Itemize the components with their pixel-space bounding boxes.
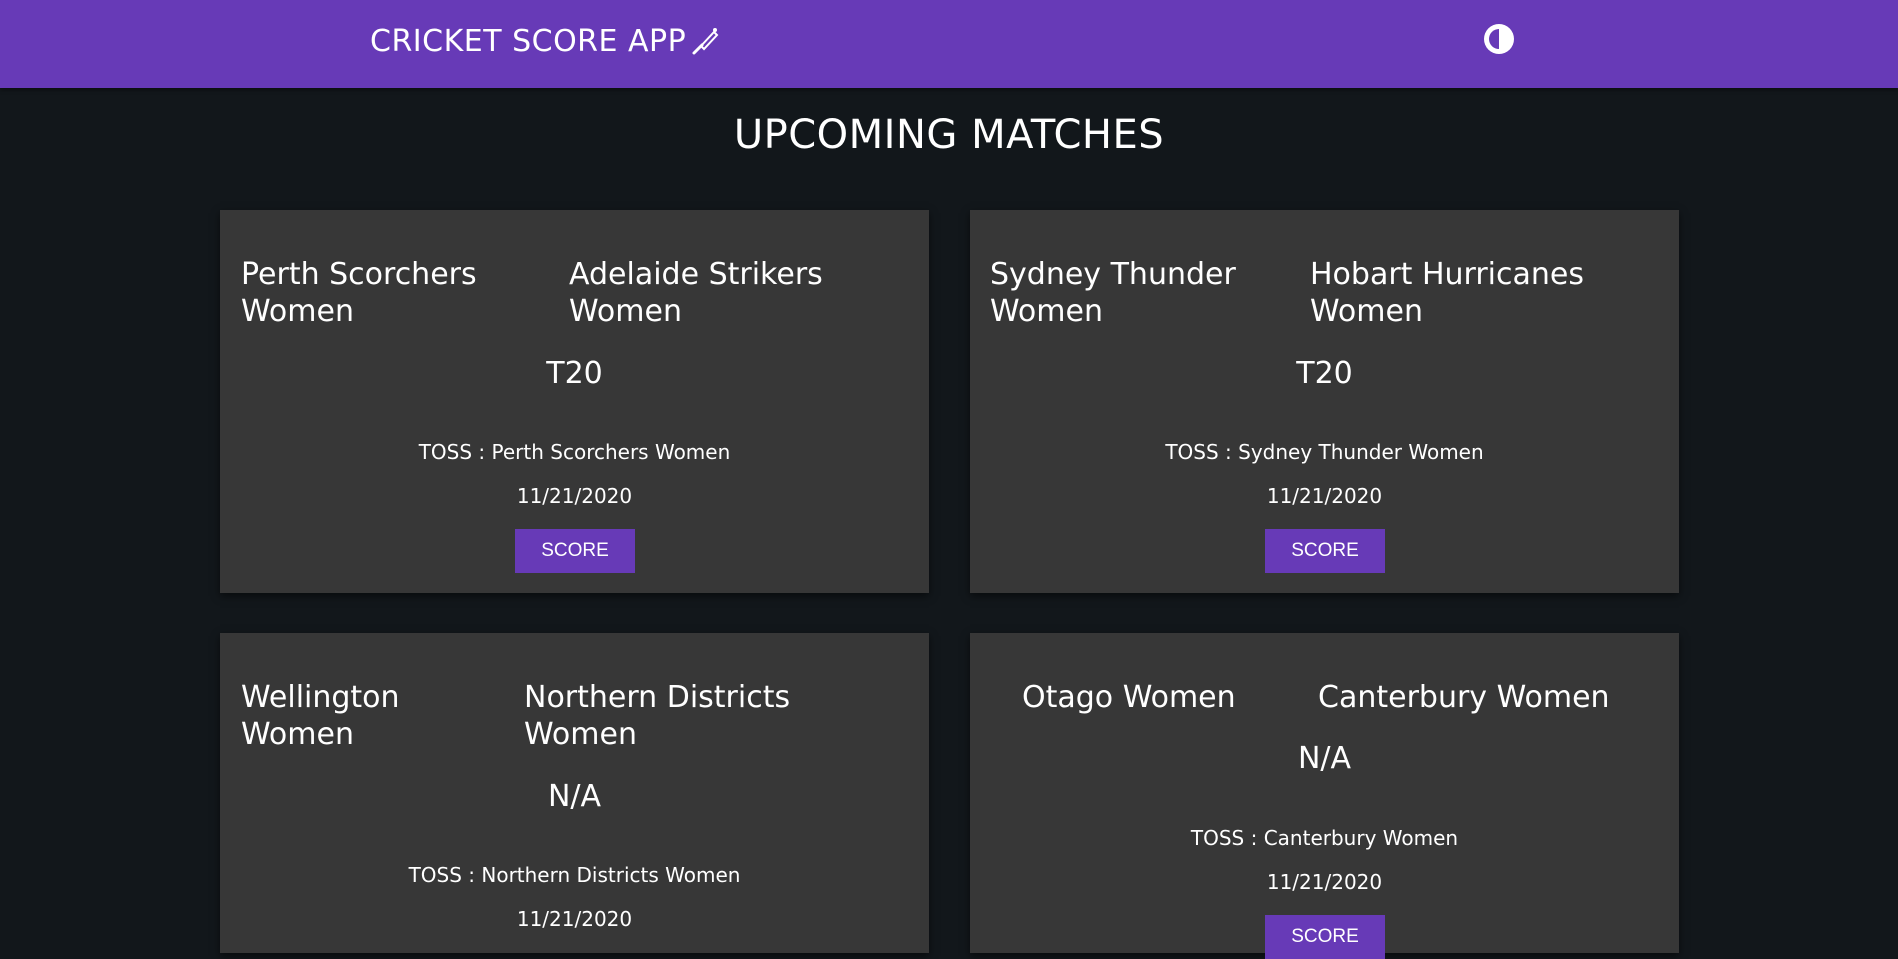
score-button[interactable]: SCORE	[515, 529, 635, 573]
team-2-name: Adelaide Strikers Women	[569, 257, 823, 329]
page-title: UPCOMING MATCHES	[733, 112, 1165, 158]
app-bar: CRICKET SCORE APP	[0, 0, 1898, 88]
toss-info: TOSS : Northern Districts Women	[408, 863, 741, 887]
match-card: Wellington Women Northern Districts Wome…	[220, 633, 929, 953]
toss-info: TOSS : Canterbury Women	[1190, 826, 1459, 850]
team-2-name: Northern Districts Women	[524, 680, 791, 752]
contrast-icon	[1482, 22, 1516, 60]
cricket-bat-icon	[688, 26, 720, 58]
match-date: 11/21/2020	[516, 484, 633, 508]
match-card: Sydney Thunder Women Hobart Hurricanes W…	[970, 210, 1679, 593]
match-date: 11/21/2020	[516, 907, 633, 931]
match-format: T20	[546, 356, 603, 391]
match-card: Otago Women Canterbury Women N/A TOSS : …	[970, 633, 1679, 959]
match-date: 11/21/2020	[1266, 870, 1383, 894]
team-1-name: Sydney Thunder Women	[990, 257, 1236, 329]
match-format: T20	[1296, 356, 1353, 391]
match-format: N/A	[547, 779, 602, 814]
app-title: CRICKET SCORE APP	[370, 24, 720, 59]
team-1-name: Wellington Women	[241, 680, 400, 752]
match-card: Perth Scorchers Women Adelaide Strikers …	[220, 210, 929, 593]
team-1-name: Otago Women	[1022, 680, 1236, 715]
toss-info: TOSS : Sydney Thunder Women	[1165, 440, 1484, 464]
theme-toggle-button[interactable]	[1480, 22, 1518, 60]
toss-info: TOSS : Perth Scorchers Women	[418, 440, 731, 464]
match-date: 11/21/2020	[1266, 484, 1383, 508]
score-button[interactable]: SCORE	[1265, 529, 1385, 573]
team-2-name: Hobart Hurricanes Women	[1310, 257, 1584, 329]
score-button[interactable]: SCORE	[1265, 915, 1385, 959]
team-2-name: Canterbury Women	[1318, 680, 1610, 715]
match-format: N/A	[1297, 741, 1352, 776]
app-title-text: CRICKET SCORE APP	[370, 24, 687, 59]
team-1-name: Perth Scorchers Women	[241, 257, 477, 329]
